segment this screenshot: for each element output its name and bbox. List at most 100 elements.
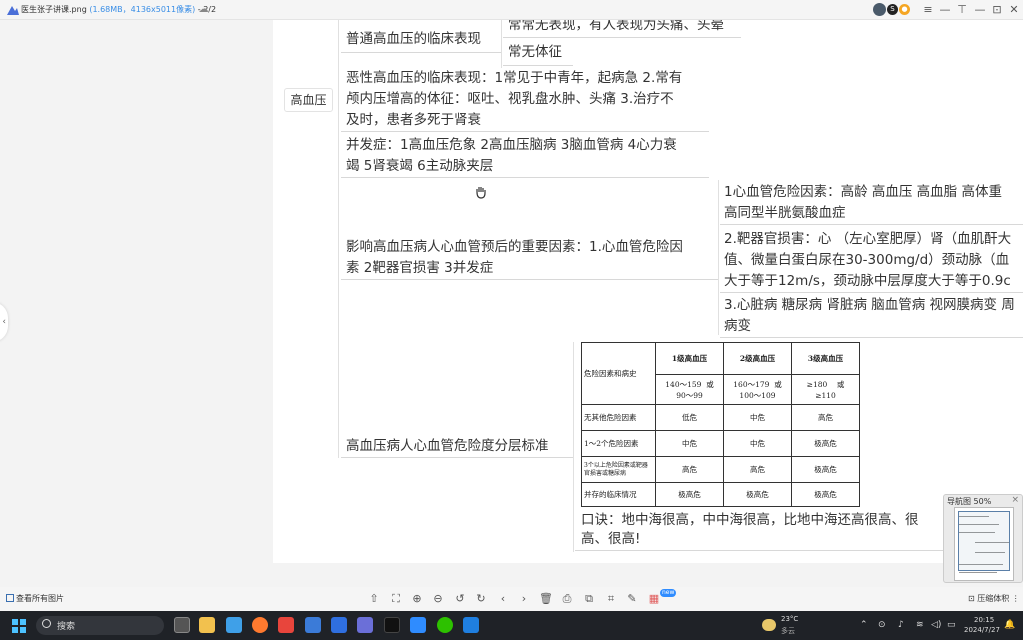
clock-date[interactable]: 2024/7/27: [964, 626, 1000, 634]
zoom-out-icon[interactable]: ⊖: [431, 592, 445, 606]
battery-icon[interactable]: ▭: [947, 620, 956, 630]
node-factor2-line1[interactable]: 2.靶器官损害：心 （左心室肥厚）肾（血肌酐大: [724, 229, 1011, 250]
microphone-icon[interactable]: ♪: [898, 620, 904, 630]
table-cell: 极高危: [723, 482, 792, 507]
node-factor2-line2[interactable]: 值、微量白蛋白尿在30-300mg/d）颈动脉（血: [724, 250, 1009, 271]
cloud-sync-icon[interactable]: ☁: [197, 3, 210, 16]
menu-button[interactable]: ≡: [921, 3, 935, 17]
firefox-icon[interactable]: [252, 617, 268, 633]
table-cell: 低危: [655, 404, 724, 431]
app-icon[interactable]: [463, 617, 479, 633]
wifi-icon[interactable]: ≋: [916, 620, 924, 630]
node-mnemonic-line1[interactable]: 口诀：地中海很高，中中海很高，比地中海还高很高、很: [581, 510, 919, 531]
task-view-icon[interactable]: [174, 617, 190, 633]
node-factor1-line2[interactable]: 高同型半胱氨酸血症: [724, 203, 846, 224]
close-button[interactable]: ✕: [1007, 3, 1021, 17]
minimize-button[interactable]: —: [973, 3, 987, 17]
tiktok-icon[interactable]: [384, 617, 400, 633]
node-prognosis-line1[interactable]: 影响高血压病人心血管预后的重要因素：1.心血管危险因: [346, 237, 683, 258]
table-row-label: 1～2个危险因素: [581, 430, 656, 457]
node-mnemonic-line2[interactable]: 高、很高!: [581, 529, 640, 550]
zoom-in-icon[interactable]: ⊕: [410, 592, 424, 606]
pin-icon[interactable]: ⊤: [955, 3, 969, 17]
title-bar: 医生张子讲课.png (1.68MB，4136x5011像素) - 2/2 ☁ …: [0, 0, 1023, 20]
tray-app-icon[interactable]: ⊙: [878, 620, 886, 630]
table-row-label: 3个以上危险因素或靶器官损害或糖尿病: [581, 456, 656, 483]
node-malignant-line1[interactable]: 恶性高血压的临床表现：1常见于中青年，起病急 2.常有: [346, 68, 682, 89]
notification-bell-icon[interactable]: 🔔: [1004, 620, 1015, 630]
notes-app-icon[interactable]: [410, 617, 426, 633]
root-node[interactable]: 高血压: [284, 88, 333, 112]
navigator-viewport[interactable]: [958, 511, 1010, 571]
app-icon[interactable]: [305, 617, 321, 633]
table-corner: 危险因素和病史: [581, 342, 656, 405]
clock-time[interactable]: 20:15: [974, 616, 994, 624]
table-cell: 极高危: [791, 430, 860, 457]
node-underline: [341, 279, 718, 280]
node-underline: [720, 337, 1023, 338]
node-factor2-line3[interactable]: 大于等于12m/s，颈动脉中层厚度大于等于0.9c: [724, 271, 1011, 292]
image-canvas[interactable]: 高血压 普通高血压的临床表现 常常无表现，有人表现为头痛、头晕 常无体征 恶性高…: [273, 20, 1023, 563]
ai-app-icon[interactable]: [331, 617, 347, 633]
vip-badge-icon[interactable]: ●: [899, 4, 910, 15]
compress-label: 压缩体积: [977, 594, 1010, 603]
minimize-thin-icon[interactable]: —: [938, 3, 952, 17]
crop-icon[interactable]: ⌗: [604, 592, 618, 606]
coin-badge-icon[interactable]: S: [887, 4, 898, 15]
maximize-button[interactable]: ⊡: [990, 3, 1004, 17]
table-cell: 高危: [791, 404, 860, 431]
table-cell: 高危: [723, 456, 792, 483]
rotate-left-icon[interactable]: ↺: [453, 592, 467, 606]
file-explorer-icon[interactable]: [199, 617, 215, 633]
photos-app-icon[interactable]: [226, 617, 242, 633]
windows-start-icon[interactable]: [12, 619, 26, 633]
node-normal-hypertension[interactable]: 普通高血压的临床表现: [346, 29, 481, 50]
table-header: 1级高血压: [655, 342, 724, 375]
upload-icon[interactable]: ⇧: [367, 592, 381, 606]
compress-button[interactable]: ⊡ 压缩体积 ⋮: [968, 593, 1020, 604]
wechat-icon[interactable]: [437, 617, 453, 633]
prev-image-button[interactable]: ‹: [0, 302, 8, 342]
weather-icon[interactable]: [762, 619, 776, 631]
volume-icon[interactable]: ◁): [931, 620, 941, 630]
print-icon[interactable]: ⎙: [560, 592, 574, 606]
previous-icon[interactable]: ‹: [496, 592, 510, 606]
view-all-images-button[interactable]: 查看所有图片: [6, 593, 64, 604]
copy-icon[interactable]: ⧉: [582, 592, 596, 606]
avatar[interactable]: [873, 3, 886, 16]
taskbar-search[interactable]: 搜索: [36, 616, 164, 635]
node-malignant-line3[interactable]: 及时，患者多死于肾衰: [346, 110, 481, 131]
risk-table: 危险因素和病史 1级高血压 2级高血压 3级高血压 140～159 或 90～99…: [581, 342, 860, 507]
navigator-thumbnail[interactable]: 导航图 50% ×: [943, 494, 1023, 583]
node-factor3-line1[interactable]: 3.心脏病 糖尿病 肾脏病 脑血管病 视网膜病变 周: [724, 295, 1015, 316]
apps-icon[interactable]: ▦: [647, 592, 661, 606]
node-normal-detail-2[interactable]: 常无体征: [508, 42, 562, 63]
delete-icon[interactable]: 🗑: [539, 592, 553, 606]
close-icon[interactable]: ×: [1011, 495, 1019, 505]
node-prognosis-line2[interactable]: 素 2靶器官损害 3并发症: [346, 258, 493, 279]
image-viewer-app-icon[interactable]: [357, 617, 373, 633]
node-underline: [503, 65, 573, 66]
node-normal-detail-1[interactable]: 常常无表现，有人表现为头痛、头晕: [508, 20, 724, 36]
node-factor3-line2[interactable]: 病变: [724, 316, 751, 337]
weather-desc: 多云: [781, 627, 795, 635]
fit-screen-icon[interactable]: ⛶: [389, 592, 403, 606]
next-icon[interactable]: ›: [517, 592, 531, 606]
node-factor1-line1[interactable]: 1心血管危险因素：高龄 高血压 高血脂 高体重: [724, 182, 1002, 203]
rotate-right-icon[interactable]: ↻: [474, 592, 488, 606]
node-risk-stratification[interactable]: 高血压病人心血管危险度分层标准: [346, 436, 549, 457]
node-malignant-line2[interactable]: 颅内压增高的体征：呕吐、视乳盘水肿、头痛 3.治疗不: [346, 89, 674, 110]
node-complication-line2[interactable]: 竭 5肾衰竭 6主动脉夹层: [346, 156, 493, 177]
node-complication-line1[interactable]: 并发症：1高血压危象 2高血压脑病 3脑血管病 4心力衰: [346, 135, 677, 156]
table-cell: 极高危: [791, 482, 860, 507]
search-placeholder: 搜索: [57, 622, 76, 632]
node-underline: [341, 52, 501, 53]
image-viewer[interactable]: ‹ 高血压 普通高血压的临床表现 常常无表现，有人表现为头痛、头晕 常无体征 恶…: [0, 20, 1023, 587]
edit-icon[interactable]: ✎: [625, 592, 639, 606]
node-underline: [720, 292, 1023, 293]
node-underline: [341, 457, 573, 458]
taskbar: 搜索 23°C 多云 ⌃ ⊙ ♪ ≋ ◁) ▭ 20:15 2024/7/27 …: [0, 611, 1023, 640]
weather-temp: 23°C: [781, 615, 799, 623]
tray-chevron-icon[interactable]: ⌃: [860, 620, 868, 630]
wps-icon[interactable]: [278, 617, 294, 633]
